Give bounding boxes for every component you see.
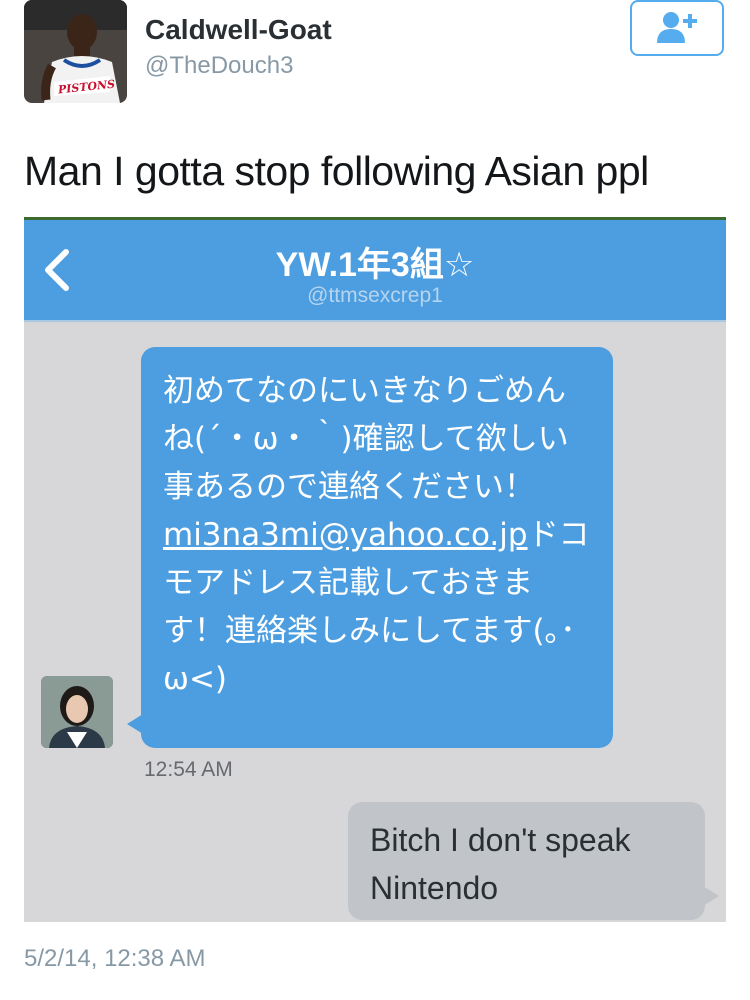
bubble-tail (127, 714, 143, 734)
follow-button[interactable] (630, 0, 724, 56)
email-link[interactable]: mi3na3mi@yahoo.co.jp (163, 517, 528, 553)
message-text: 初めてなのにいきなりごめんね(´・ω・｀)確認して欲しい事あるので連絡ください！ (163, 373, 569, 505)
embedded-screenshot: YW.1年3組☆ @ttmsexcrep1 初めてなのにいきなりごめんね(´・ω… (24, 217, 726, 922)
outgoing-message-bubble: Bitch I don't speak Nintendo (348, 802, 719, 920)
reply-text: Bitch I don't speak Nintendo (370, 822, 631, 906)
author-display-name[interactable]: Caldwell-Goat (145, 14, 332, 46)
conversation-header: YW.1年3組☆ @ttmsexcrep1 (24, 220, 726, 322)
message-timestamp: 12:54 AM (144, 758, 233, 781)
author-avatar[interactable]: PISTONS (24, 0, 127, 103)
woman-photo-avatar-icon (41, 676, 113, 748)
conversation-title: YW.1年3組☆ (275, 246, 475, 284)
bubble-tail (703, 886, 719, 906)
author-handle[interactable]: @TheDouch3 (145, 52, 293, 80)
incoming-message-bubble: 初めてなのにいきなりごめんね(´・ω・｀)確認して欲しい事あるので連絡ください！… (127, 347, 613, 748)
tweet-text: Man I gotta stop following Asian ppl (24, 148, 649, 194)
sender-avatar[interactable] (41, 676, 113, 748)
player-photo-avatar-icon: PISTONS (24, 0, 127, 103)
conversation-handle: @ttmsexcrep1 (307, 284, 443, 307)
tweet-timestamp[interactable]: 5/2/14, 12:38 AM (24, 945, 205, 973)
follow-user-icon (657, 12, 697, 43)
